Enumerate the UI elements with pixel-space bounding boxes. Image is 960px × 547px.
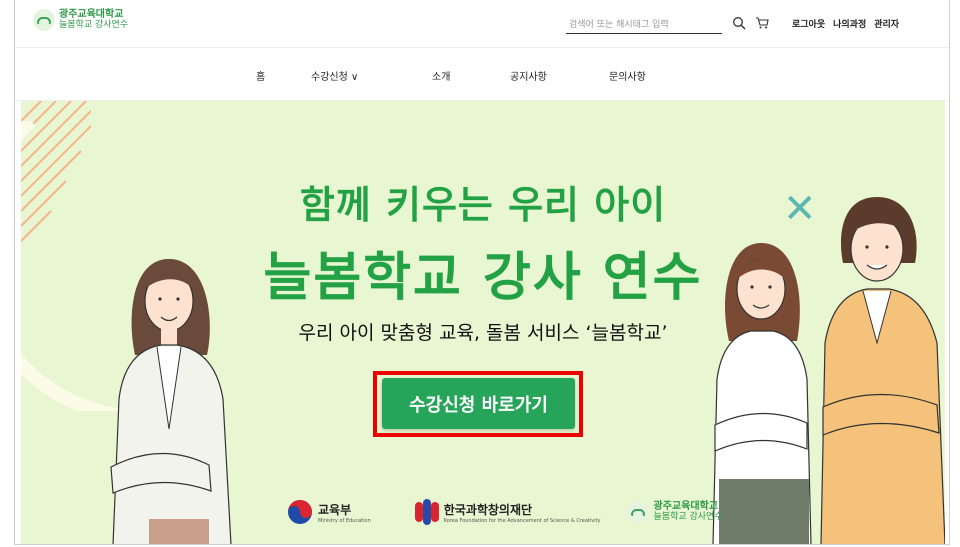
main-nav: 홈 수강신청 ∨ 소개 공지사항 문의사항 (15, 48, 949, 101)
moe-name: 교육부 (318, 502, 352, 517)
top-bar: 광주교육대학교 늘봄학교 강사연수 로그아웃 나의과정 관리자 (15, 0, 949, 48)
logo-title: 광주교육대학교 (59, 9, 124, 20)
logo-subtitle: 늘봄학교 강사연수 (59, 20, 129, 30)
university-emblem-icon (626, 501, 649, 523)
search-input[interactable] (566, 14, 727, 36)
search-icon[interactable] (732, 16, 746, 30)
kofac-name: 한국과학창의재단 (443, 502, 533, 517)
univ-subtitle: 늘봄학교 강사연수 (653, 512, 723, 522)
nav-home[interactable]: 홈 (256, 68, 265, 83)
moe-subtitle: Ministry of Education (318, 517, 371, 524)
register-now-button[interactable]: 수강신청 바로가기 (382, 378, 575, 429)
university-emblem-icon (33, 9, 55, 31)
kofac-subtitle: Korea Foundation for the Advancement of … (443, 517, 601, 524)
nav-registration[interactable]: 수강신청 ∨ (311, 68, 358, 83)
nav-inquiry[interactable]: 문의사항 (609, 68, 646, 83)
hero-headline: 함께 키우는 우리 아이 (299, 183, 667, 227)
woman-center-illustration (712, 243, 812, 544)
site-logo[interactable]: 광주교육대학교 늘봄학교 강사연수 (33, 9, 128, 31)
hero-banner: ✕ 함께 키우는 우리 아이 늘봄학교 강사 연수 우리 아이 맞춤형 교육, … (21, 101, 945, 544)
my-courses-link[interactable]: 나의과정 (833, 17, 866, 30)
cart-icon[interactable] (755, 16, 769, 30)
university-logo: 광주교육대학교 늘봄학교 강사연수 (626, 501, 723, 523)
search-box (566, 12, 727, 36)
woman-left-illustration (110, 259, 232, 544)
kofac-logo: 한국과학창의재단 Korea Foundation for the Advanc… (414, 499, 601, 525)
moe-logo: 교육부 Ministry of Education (287, 499, 371, 525)
taegeuk-icon (288, 500, 312, 524)
partner-logos: 교육부 Ministry of Education 한국과학창의재단 Korea… (287, 499, 723, 525)
kofac-emblem-icon (414, 499, 439, 525)
browser-frame: 광주교육대학교 늘봄학교 강사연수 로그아웃 나의과정 관리자 홈 수강신청 ∨… (14, 0, 950, 545)
logout-link[interactable]: 로그아웃 (792, 17, 825, 30)
man-right-illustration (820, 197, 945, 544)
nav-about[interactable]: 소개 (432, 68, 450, 83)
nav-notice[interactable]: 공지사항 (510, 68, 547, 83)
admin-link[interactable]: 관리자 (874, 17, 899, 30)
univ-name: 광주교육대학교 (653, 501, 718, 512)
